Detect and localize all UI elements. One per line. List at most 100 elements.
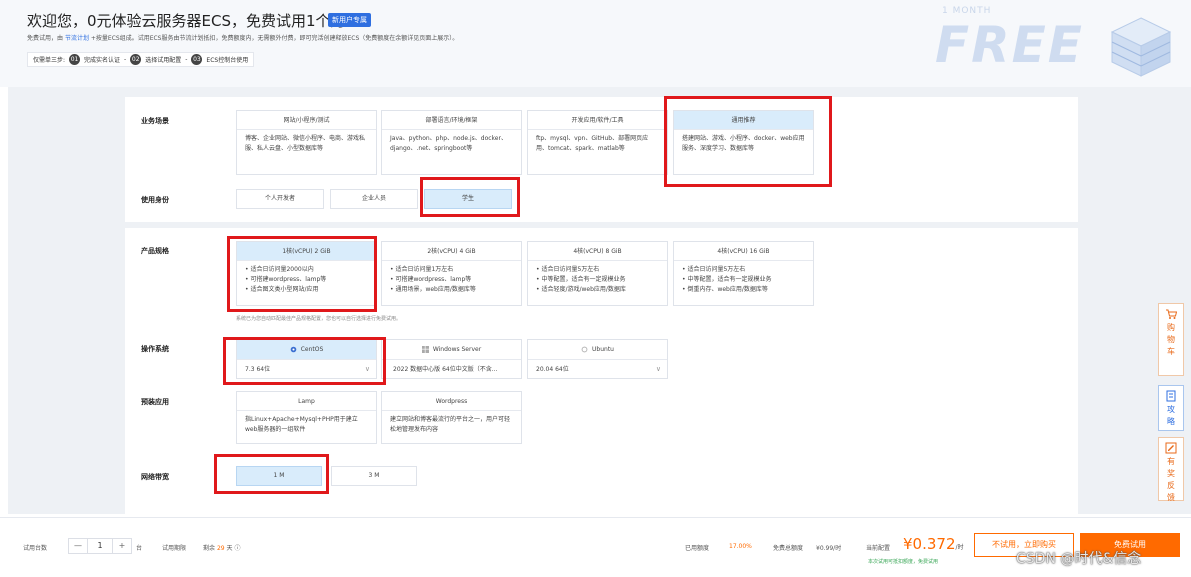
feedback-tab[interactable]: 有奖反馈: [1158, 437, 1184, 502]
step-label: 完成实名认证: [84, 57, 121, 64]
os-version: 2022 数据中心版 64位中文版（不含...: [393, 366, 498, 373]
server-cube-icon: [1110, 17, 1172, 77]
os-label: 操作系统: [141, 345, 169, 353]
identity-label: 使用身份: [141, 196, 169, 204]
page: 欢迎您，0元体验云服务器ECS，免费试用1个月 新用户专属 免费试用，由 节流计…: [0, 0, 1191, 577]
os-name: CentOS: [300, 346, 324, 353]
os-version: 7.3 64位: [245, 366, 271, 373]
desc-rest: +按量ECS组成。试用ECS服务由节流计划抵扣，免费额度内，无需额外付费，即可完…: [90, 35, 459, 42]
chevron-down-icon: ∨: [364, 365, 370, 373]
step-number: 02: [130, 54, 142, 65]
cart-icon: [1166, 309, 1177, 319]
spec-label: 产品规格: [141, 247, 169, 255]
qty-label: 试用台数: [23, 545, 48, 552]
step-number: 01: [69, 54, 81, 65]
bandwidth-option-selected[interactable]: 1 M: [236, 466, 322, 486]
cart-tab[interactable]: 购物车: [1158, 303, 1184, 376]
scenario-card-selected[interactable]: 通用推荐 搭建网站、游戏、小程序、docker、web应用服务、深度学习、数据库…: [673, 110, 814, 175]
os-version-select[interactable]: 20.04 64位 ∨: [528, 360, 667, 379]
card-body: 指Linux+Apache+Mysql+PHP用于建立web服务器的一组软件: [245, 416, 358, 433]
preinstall-label: 预装应用: [141, 398, 169, 406]
desc-link[interactable]: 节流计划: [65, 35, 89, 42]
guide-icon: [1166, 390, 1176, 402]
card-title: Lamp: [237, 392, 376, 411]
help-icon[interactable]: ⓘ: [234, 545, 240, 552]
os-option[interactable]: Ubuntu 20.04 64位 ∨: [527, 339, 668, 379]
minus-button[interactable]: —: [69, 539, 87, 553]
preinstall-card[interactable]: Wordpress 建立网站和博客最流行的平台之一，用户可轻松地管理发布内容: [381, 391, 522, 444]
current-label: 当前配置: [866, 545, 891, 552]
spec-note: 系统已为您自动匹配最佳产品规格配置，您也可以自行选择进行免费试用。: [236, 316, 402, 322]
qty-unit: 台: [136, 545, 143, 552]
header-description: 免费试用，由 节流计划 +按量ECS组成。试用ECS服务由节流计划抵扣，免费额度…: [27, 33, 458, 42]
os-name-row: Windows Server: [382, 340, 521, 360]
os-version-select[interactable]: 2022 数据中心版 64位中文版（不含...: [382, 360, 521, 379]
spec-item: 适合日访问量1万左右: [390, 265, 513, 275]
new-user-badge: 新用户专属: [328, 13, 371, 27]
current-price: ¥0.372/时: [903, 535, 964, 553]
spec-item: 倒重内存、web应用/数据库等: [682, 285, 805, 295]
card-body: 适合日访问量5万左右 中等配置，适合有一定规模业务 倒重内存、web应用/数据库…: [674, 261, 813, 299]
card-title: 4核(vCPU) 16 GiB: [674, 242, 813, 261]
card-title: 1核(vCPU) 2 GiB: [237, 242, 376, 261]
identity-option-selected[interactable]: 学生: [424, 189, 512, 209]
os-option[interactable]: Windows Server 2022 数据中心版 64位中文版（不含...: [381, 339, 522, 379]
period-days: 29: [216, 545, 225, 552]
step-separator: -: [185, 56, 188, 63]
scenario-card[interactable]: 网站/小程序/测试 博客、企业网站、微信小程序、电商、游戏私服、私人云盘、小型数…: [236, 110, 377, 175]
card-title: 2核(vCPU) 4 GiB: [382, 242, 521, 261]
spec-item: 适合日访问量5万左右: [536, 265, 659, 275]
identity-option[interactable]: 个人开发者: [236, 189, 324, 209]
period-value: 剩余 29 天 ⓘ: [203, 543, 240, 552]
guide-label: 攻略: [1167, 405, 1175, 426]
identity-option[interactable]: 企业人员: [330, 189, 418, 209]
guide-tab[interactable]: 攻略: [1158, 385, 1184, 431]
spec-card[interactable]: 2核(vCPU) 4 GiB 适合日访问量1万左右 可搭建wordpress、l…: [381, 241, 522, 306]
card-body: 建立网站和博客最流行的平台之一，用户可轻松地管理发布内容: [390, 416, 511, 433]
feedback-label: 有奖反馈: [1167, 457, 1175, 502]
spec-item: 适合轻度/游戏/web应用/数据库: [536, 285, 659, 295]
spec-card[interactable]: 4核(vCPU) 8 GiB 适合日访问量5万左右 中等配置，适合有一定规模业务…: [527, 241, 668, 306]
card-body: Java、python、php、node.js、docker、django、.n…: [390, 135, 507, 152]
used-label: 已用额度: [685, 545, 710, 552]
preinstall-card[interactable]: Lamp 指Linux+Apache+Mysql+PHP用于建立web服务器的一…: [236, 391, 377, 444]
scenario-label: 业务场景: [141, 117, 169, 125]
ubuntu-icon: [581, 346, 588, 353]
spec-item: 可搭建wordpress、lamp等: [245, 275, 368, 285]
card-body: ftp、mysql、vpn、GitHub、部署网页应用、tomcat、spark…: [536, 135, 649, 152]
os-option-selected[interactable]: CentOS 7.3 64位 ∨: [236, 339, 377, 379]
spec-card[interactable]: 4核(vCPU) 16 GiB 适合日访问量5万左右 中等配置，适合有一定规模业…: [673, 241, 814, 306]
price-unit: /时: [955, 544, 964, 551]
os-name-row: CentOS: [237, 340, 376, 360]
page-title: 欢迎您，0元体验云服务器ECS，免费试用1个月: [27, 12, 346, 30]
scenario-card[interactable]: 开发应用/软件/工具 ftp、mysql、vpn、GitHub、部署网页应用、t…: [527, 110, 668, 175]
spec-item: 适合日访问量5万左右: [682, 265, 805, 275]
card-body: 博客、企业网站、微信小程序、电商、游戏私服、私人云盘、小型数据库等: [245, 135, 366, 152]
spec-item: 通用场景，web应用/数据库等: [390, 285, 513, 295]
os-version: 20.04 64位: [536, 366, 569, 373]
step-number: 03: [191, 54, 203, 65]
card-body: 搭建网站、游戏、小程序、docker、web应用服务、深度学习、数据库等: [682, 135, 805, 152]
qty-stepper[interactable]: — 1 +: [68, 538, 132, 554]
os-version-select[interactable]: 7.3 64位 ∨: [237, 360, 376, 379]
bandwidth-option[interactable]: 3 M: [331, 466, 417, 486]
windows-icon: [421, 346, 429, 353]
card-body: 适合日访问量2000以内 可搭建wordpress、lamp等 适合图文类小型网…: [237, 261, 376, 299]
feedback-icon: [1165, 442, 1177, 454]
step-label: 选择试用配置: [145, 57, 182, 64]
os-name: Ubuntu: [592, 346, 614, 353]
bandwidth-label: 网络带宽: [141, 473, 169, 481]
spec-item: 适合日访问量2000以内: [245, 265, 368, 275]
scenario-card[interactable]: 部署语言/环境/框架 Java、python、php、node.js、docke…: [381, 110, 522, 175]
card-title: Wordpress: [382, 392, 521, 411]
spec-item: 中等配置，适合有一定规模业务: [682, 275, 805, 285]
spec-item: 中等配置，适合有一定规模业务: [536, 275, 659, 285]
period-unit: 天: [226, 545, 233, 552]
used-value: 17.00%: [729, 543, 752, 550]
plus-button[interactable]: +: [113, 539, 131, 553]
qty-value[interactable]: 1: [87, 539, 113, 553]
spec-card-selected[interactable]: 1核(vCPU) 2 GiB 适合日访问量2000以内 可搭建wordpress…: [236, 241, 377, 306]
steps-bar: 仅需单三步: 01 完成实名认证 - 02 选择试用配置 - 03 ECS控制台…: [27, 52, 255, 67]
card-title: 开发应用/软件/工具: [528, 111, 667, 130]
centos-icon: [290, 346, 297, 353]
